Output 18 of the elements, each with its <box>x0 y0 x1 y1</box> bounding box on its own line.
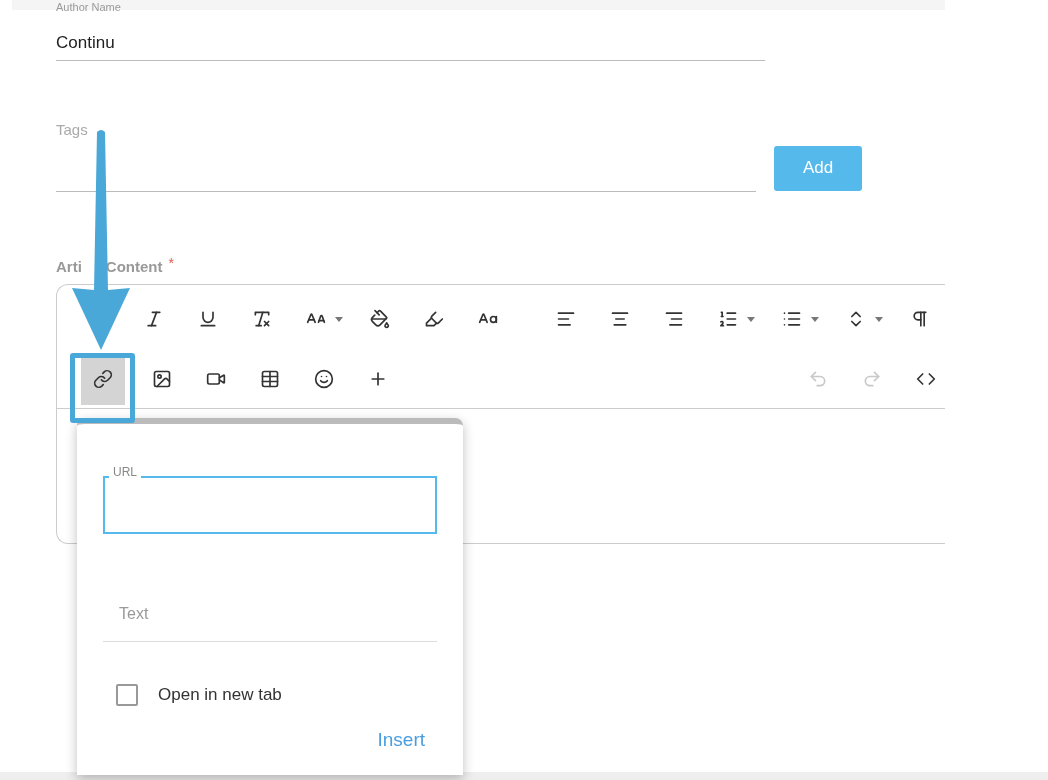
checkbox[interactable] <box>116 683 138 706</box>
caret-icon[interactable] <box>875 316 883 322</box>
field-label: Arti <box>56 256 82 277</box>
url-label: URL <box>109 466 141 478</box>
field-label: Tags <box>56 120 88 140</box>
caret-icon[interactable] <box>811 316 819 322</box>
field-label: Author Name <box>56 2 121 13</box>
required-mark: * <box>168 255 174 270</box>
author-input[interactable]: Continu <box>56 25 765 61</box>
link-icon <box>93 368 113 389</box>
insert-button[interactable]: Insert <box>377 725 425 754</box>
checkbox-label: Open in new tab <box>158 684 282 706</box>
url-input[interactable] <box>103 476 437 534</box>
text-input[interactable]: Text <box>103 586 437 642</box>
caret-icon[interactable] <box>747 316 755 322</box>
add-button[interactable]: Add <box>774 145 862 191</box>
caret-icon[interactable] <box>335 316 343 322</box>
highlight-frame <box>70 353 135 423</box>
